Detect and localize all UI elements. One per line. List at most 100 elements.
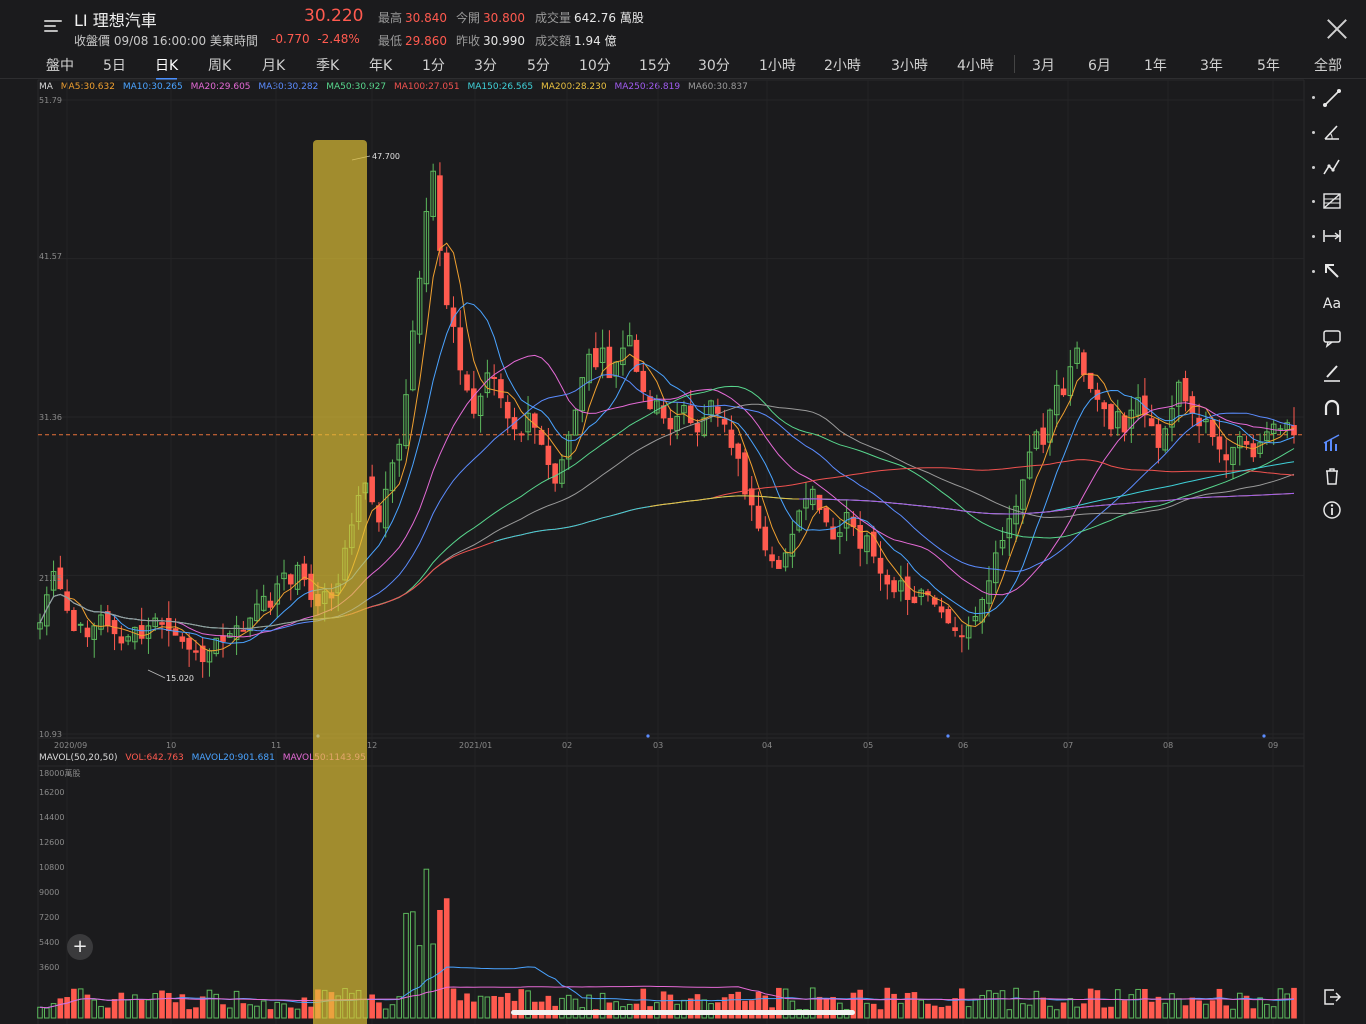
volume-bar [1114,989,1121,1019]
volume-bar [206,989,213,1019]
candle-body [1060,388,1067,396]
volume-tick: 18000萬股 [39,769,81,778]
candle-body [77,623,84,626]
date-tick: 03 [653,741,664,750]
candle-body [471,388,477,414]
volume-bar [301,997,308,1019]
price-tick: 21.15 [39,574,62,583]
add-indicator-button[interactable]: + [67,934,93,960]
home-indicator [511,1010,855,1015]
volume-bar [1182,1005,1189,1019]
ma150-line [494,461,1295,543]
angle-icon[interactable] [1322,122,1342,142]
exit-icon[interactable] [1322,987,1342,1007]
volume-bar [159,990,165,1019]
ma50-line [39,385,1295,630]
volume-tick: 10800 [39,863,65,872]
price-tick: 31.36 [39,413,62,422]
date-tick: 08 [1163,741,1174,750]
volume-bar [1216,988,1223,1019]
volume-bar [125,999,131,1019]
candle-body [742,452,748,495]
volume-bar [138,999,145,1019]
fibonacci-icon[interactable] [1322,191,1342,211]
volume-bar [1189,997,1196,1019]
volume-bar [443,898,450,1019]
date-tick: 07 [1063,741,1074,750]
volume-bar [477,995,484,1019]
volume-bar [1230,1008,1236,1019]
volume-bar [1128,994,1135,1019]
volume-tick: 16200 [39,788,65,797]
toolbar-dot [1312,200,1315,203]
volume-bar [111,999,118,1019]
volume-bar [1236,992,1243,1019]
candle-body [186,637,192,650]
volume-bar [1074,1006,1080,1019]
tab-all[interactable]: 全部 [1314,55,1342,75]
volume-bar [1053,1009,1060,1019]
volume-bar [1209,1000,1216,1019]
volume-bar [1081,1003,1087,1019]
candle-body [1087,372,1094,389]
candle-body [288,574,294,585]
indicator-icon[interactable] [1322,433,1342,453]
volume-bar [382,1008,389,1019]
ma5-line [39,242,1295,652]
candle-body [911,596,918,604]
volume-bar [1033,990,1040,1019]
volume-bar [925,1003,931,1019]
price-tick: 51.79 [39,96,62,105]
price-tick: 41.57 [39,252,62,261]
volume-tick: 14400 [39,813,65,822]
ma10-line [39,302,1295,644]
event-marker [946,734,950,738]
info-icon[interactable] [1322,500,1342,520]
magnet-icon[interactable] [1322,398,1342,418]
volume-bar [891,993,897,1019]
measure-icon[interactable] [1322,226,1342,246]
brush-icon[interactable] [1322,363,1342,383]
candle-body [457,327,464,371]
candle-body [240,629,247,632]
volume-bar [1040,997,1047,1019]
arrow-icon[interactable] [1322,261,1342,281]
volume-bar [911,992,918,1019]
candle-body [728,429,735,448]
volume-bar [43,1007,50,1019]
mavol20-value: MAVOL20:901.681 [191,753,275,763]
candle-body [138,625,145,639]
volume-bar [267,1009,274,1019]
volume-bar [57,998,64,1019]
trash-icon[interactable] [1322,466,1342,486]
candle-body [769,554,775,562]
date-tick: 09 [1268,741,1279,750]
volume-bar [898,1002,904,1019]
price-chart[interactable] [0,0,1310,1024]
volume-bar [1175,998,1182,1019]
text-icon[interactable]: Aa [1322,294,1342,314]
volume-bar [857,989,863,1019]
ma20-line [39,354,1295,638]
volume-bar [260,1000,267,1019]
comment-icon[interactable] [1322,328,1342,348]
volume-bar [965,1006,972,1019]
volume-bar [145,999,152,1019]
volume-bar [1060,1002,1067,1019]
volume-bar [240,1003,247,1019]
event-marker [646,734,650,738]
volume-bar [484,996,491,1019]
volume-bar [410,911,416,1019]
candle-body [504,401,511,419]
candle-body [118,636,125,644]
candle-body [159,622,165,625]
trendline-icon[interactable] [1322,88,1342,108]
candle-body [606,346,613,379]
polyline-icon[interactable] [1322,157,1342,177]
candle-body [938,606,945,613]
candle-body [748,488,755,506]
volume-bar [1291,987,1297,1019]
event-marker [1262,734,1266,738]
candle-body [64,591,70,611]
close-icon[interactable] [1324,16,1350,42]
